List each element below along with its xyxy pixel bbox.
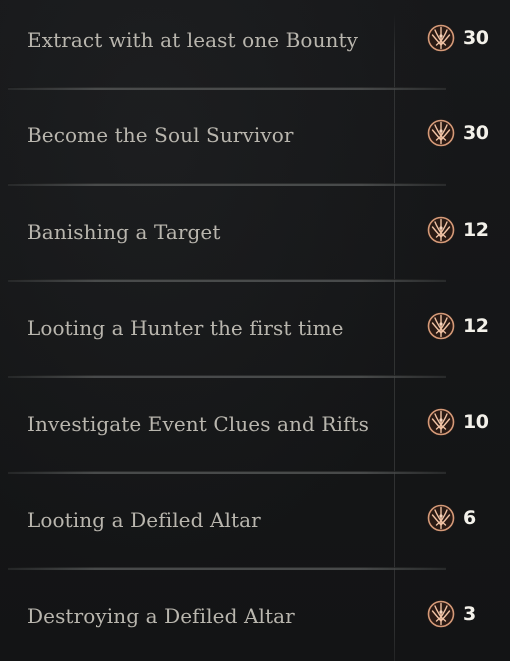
- hunt-dollar-emblem-icon: [424, 309, 458, 343]
- hunt-dollar-emblem-icon: [424, 597, 458, 631]
- list-item: Become the Soul Survivor 30: [0, 113, 510, 209]
- reward-amount: 12: [424, 306, 489, 346]
- reward-value: 30: [463, 27, 489, 49]
- reward-label: Looting a Hunter the first time: [27, 316, 344, 340]
- reward-label: Banishing a Target: [27, 220, 221, 244]
- list-item: Destroying a Defiled Altar 3: [0, 594, 510, 661]
- reward-amount: 12: [424, 210, 489, 250]
- reward-amount: 10: [424, 402, 489, 442]
- row-divider: [8, 87, 446, 90]
- hunt-dollar-emblem-icon: [424, 501, 458, 535]
- reward-label: Become the Soul Survivor: [27, 123, 294, 147]
- reward-label: Looting a Defiled Altar: [27, 508, 261, 532]
- list-item: Looting a Hunter the first time 12: [0, 306, 510, 402]
- reward-amount: 30: [424, 18, 489, 58]
- list-item: Investigate Event Clues and Rifts 10: [0, 402, 510, 498]
- row-divider: [8, 183, 446, 186]
- hunt-dollar-emblem-icon: [424, 405, 458, 439]
- hunt-dollar-emblem-icon: [424, 21, 458, 55]
- reward-value: 3: [463, 603, 476, 625]
- reward-label: Investigate Event Clues and Rifts: [27, 412, 370, 436]
- list-item: Extract with at least one Bounty 30: [0, 18, 510, 114]
- list-item: Banishing a Target 12: [0, 210, 510, 306]
- reward-amount: 6: [424, 498, 476, 538]
- row-divider: [8, 279, 446, 282]
- reward-amount: 30: [424, 113, 489, 153]
- reward-label: Destroying a Defiled Altar: [27, 604, 295, 628]
- row-divider: [8, 567, 446, 570]
- reward-value: 30: [463, 122, 489, 144]
- reward-value: 12: [463, 315, 489, 337]
- reward-label: Extract with at least one Bounty: [27, 28, 359, 52]
- list-item: Looting a Defiled Altar 6: [0, 498, 510, 594]
- reward-value: 10: [463, 411, 489, 433]
- row-divider: [8, 375, 446, 378]
- reward-value: 12: [463, 219, 489, 241]
- bounty-rewards-list: Extract with at least one Bounty 30 Beco…: [0, 0, 510, 661]
- row-divider: [8, 471, 446, 474]
- reward-amount: 3: [424, 594, 476, 634]
- hunt-dollar-emblem-icon: [424, 213, 458, 247]
- reward-value: 6: [463, 507, 476, 529]
- hunt-dollar-emblem-icon: [424, 116, 458, 150]
